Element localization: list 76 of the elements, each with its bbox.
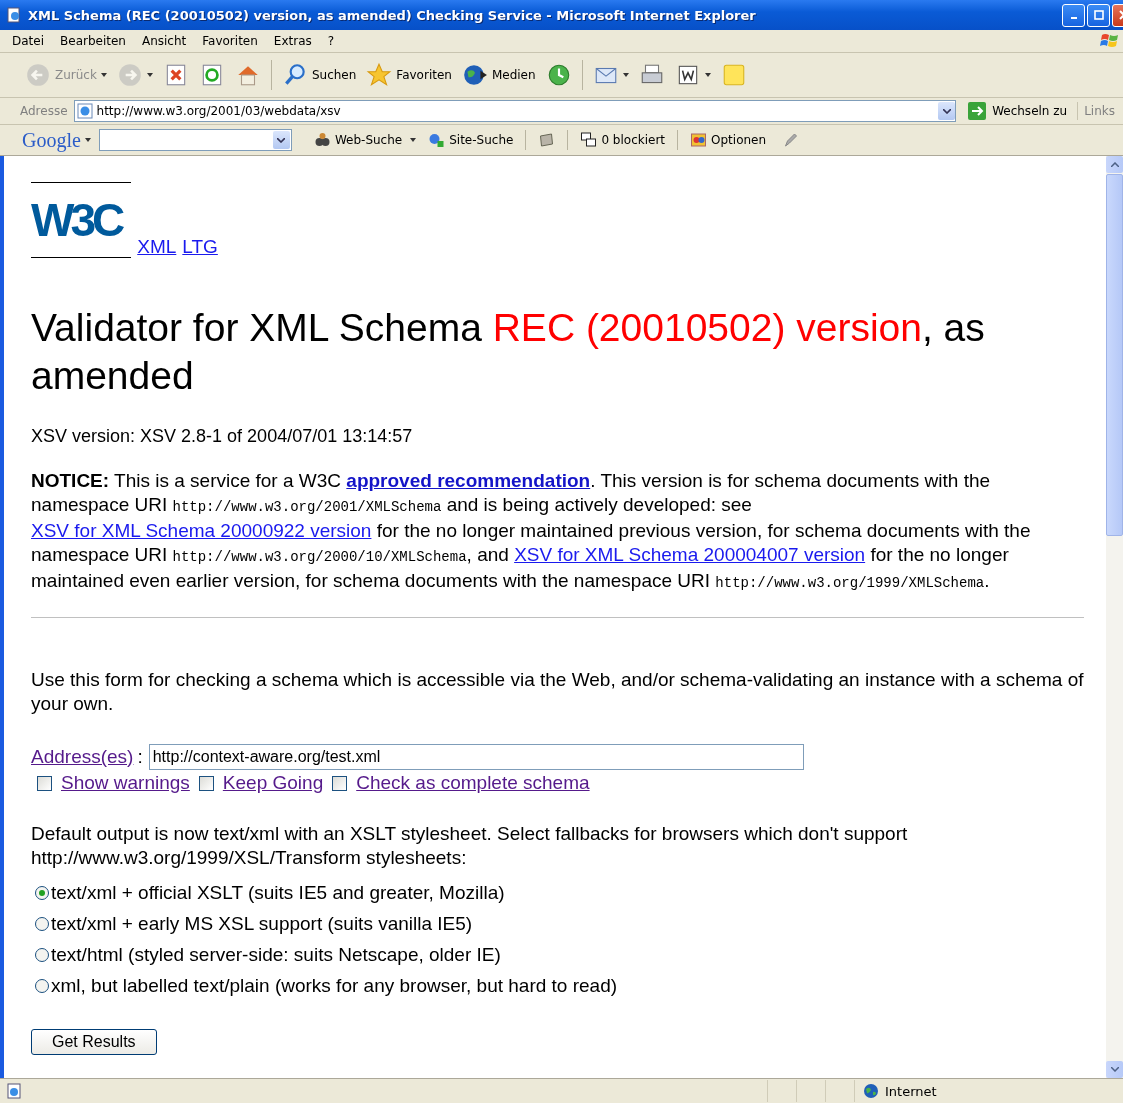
windows-icon [580,132,598,148]
binoculars-icon [313,132,331,148]
zone-text: Internet [885,1083,937,1099]
pencil-icon [782,132,800,148]
output-description: Default output is now text/xml with an XSLT stylesheet. Select fallbacks for browsers which don't support http://www.w3.org/1999/XSL/Transform stylesheets: [31,822,909,870]
radio-label: text/xml + early MS XSL support (suits vanilla IE5) [51,913,473,935]
address-link[interactable]: Address(es) [31,746,134,768]
version-link[interactable]: XSV for XML Schema 200004007 version [514,544,866,565]
radio-label: text/html (styled server-side: suits Netscape, older IE) [51,944,501,966]
address-input[interactable]: http://context-aware.org/test.xml [148,744,804,770]
checkbox[interactable] [332,775,348,791]
menu-item[interactable]: ? [319,34,343,48]
star-icon [366,62,393,88]
chevron-icon [277,137,286,143]
search-field[interactable] [98,129,292,151]
nav-link[interactable]: LTG [182,236,218,258]
nav-link[interactable]: XML [137,236,177,258]
colon-text: : [137,746,143,768]
ie-page-icon [6,7,22,23]
radio-button[interactable] [35,948,49,962]
scroll-down-icon [1110,1067,1119,1072]
menu-item[interactable]: Datei [4,34,52,48]
option-link[interactable]: Keep Going [222,772,324,794]
checkbox[interactable] [198,775,214,791]
radio-button[interactable] [35,917,49,931]
popup-button[interactable]: 0 blockiert [576,132,670,148]
site-button[interactable]: Site-Suche [424,132,518,148]
version-text: XSV version: XSV 2.8-1 of 2004/07/01 13:14:57 [31,426,414,447]
page-heading: Validator for XML Schema REC (20010502) version, as amended [31,305,986,399]
address-label: Adresse [20,104,68,118]
maximize-button[interactable] [1087,3,1110,27]
notice-paragraph: NOTICE: This is a service for a W3C approved recommendation. This version is for schema documents with the namespace URI http://www.w3.org/2001/XMLSchema and is being actively developed: see XSV for XML Schema 20000922 version for the no longer maintained previous version, for schema documents with the namespace URI http://www.w3.org/2000/10/XMLSchema, and XSV for XML Schema 200004007 version for the no longer maintained even earlier version, for schema documents with the namespace URI http://www.w3.org/1999/XMLSchema. [31,469,1032,593]
maximize-icon [1093,10,1104,20]
web-button[interactable]: Web-Suche [309,132,407,148]
intro-text: Use this form for checking a schema which is accessible via the Web, and/or schema-validating an instance with a schema of your own. [31,668,1084,716]
recommendation-link[interactable]: approved recommendation [346,470,591,491]
options-button[interactable]: Optionen [686,132,771,148]
menu-item[interactable]: Bearbeiten [52,34,134,48]
menu-item[interactable]: Ansicht [133,34,195,48]
w3c-logo[interactable]: W3C [31,182,132,258]
get-results-button[interactable]: Get Results [31,1029,157,1055]
caret-icon [146,73,153,77]
palette-icon [690,132,708,148]
search-button[interactable]: Suchen [278,60,360,90]
favorites-button[interactable]: Favoriten [363,60,455,90]
media-button[interactable]: Medien [458,60,539,90]
globe-icon [863,1083,879,1099]
ie-page-icon [76,103,93,119]
radio-button[interactable] [35,886,49,900]
menu-item[interactable]: Favoriten [194,34,266,48]
go-button[interactable]: Wechseln zu [968,102,1079,120]
window-title: XML Schema (REC (20010502) version, as amended) Checking Service - Microsoft Internet Explorer [28,7,757,23]
radio-button[interactable] [35,979,49,993]
globe-icon [428,132,446,148]
google-logo[interactable]: Google [22,128,81,152]
caret-icon [704,73,711,77]
option-link[interactable]: Show warnings [61,772,190,794]
caret-icon [100,73,107,77]
scroll-up-icon [1110,162,1119,167]
menu-item[interactable]: Extras [265,34,320,48]
option-link[interactable]: Check as complete schema [356,772,590,794]
radio-label: text/xml + official XSLT (suits IE5 and greater, Mozilla) [51,882,505,904]
address-field[interactable]: http://www.w3.org/2001/03/webdata/xsv [73,100,957,122]
caret-icon [84,138,91,142]
card-icon [538,132,556,148]
chevron-icon [942,108,951,114]
vertical-scrollbar[interactable] [1106,156,1123,1078]
caret-icon[interactable] [410,138,417,142]
globe-icon [461,62,488,88]
page-icon [6,1083,22,1099]
caret-icon [622,73,629,77]
checkbox[interactable] [37,775,52,791]
minimize-icon [1070,17,1077,19]
version-link[interactable]: XSV for XML Schema 20000922 version [31,520,372,541]
radio-label: xml, but labelled text/plain (works for any browser, but hard to read) [51,975,618,997]
minimize-button[interactable] [1062,3,1085,27]
